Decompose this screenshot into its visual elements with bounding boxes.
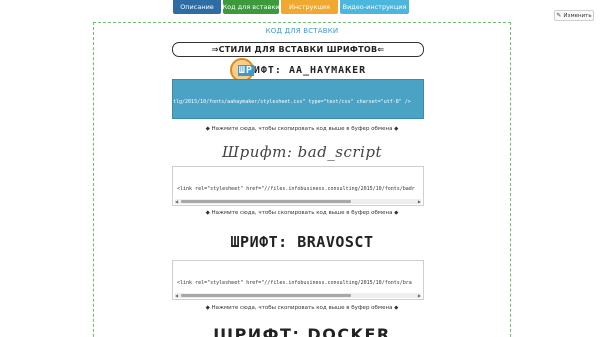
- top-tabs: Описание Код для вставки Инструкция Виде…: [173, 0, 409, 14]
- styles-banner: ⇒СТИЛИ ДЛЯ ВСТАВКИ ШРИФТОВ⇐: [172, 42, 424, 57]
- scroll-left-icon[interactable]: ◀: [175, 199, 178, 204]
- page: Описание Код для вставки Инструкция Виде…: [0, 0, 600, 337]
- edit-button-label: Изменить: [563, 12, 592, 19]
- tab-embed-code[interactable]: Код для вставки: [223, 0, 279, 14]
- code-box-bad-script[interactable]: <link rel="stylesheet" href="//files.inf…: [172, 166, 424, 206]
- font-heading-bad-script: Шрифт: bad_script: [221, 143, 382, 161]
- font-heading-bravosct: ШРИФТ: BRAVOSCT: [230, 233, 374, 251]
- horizontal-scrollbar[interactable]: ◀ ▶: [175, 293, 421, 298]
- font-heading-docker: ШРИФТ: DOCKER: [213, 325, 391, 337]
- tab-video-instructions[interactable]: Видео-инструкция: [340, 0, 409, 14]
- scroll-right-icon[interactable]: ▶: [418, 293, 421, 298]
- code-box-haymaker[interactable]: tlg/2015/10/fonts/aahaymaker/stylesheet.…: [172, 79, 424, 119]
- code-text: <link rel="stylesheet" href="//files.inf…: [177, 186, 415, 192]
- pencil-icon: ✎: [556, 12, 562, 19]
- copy-hint-bravosct[interactable]: ◆ Нажмите сюда, чтобы скопировать код вы…: [94, 305, 510, 311]
- code-text: <link rel="stylesheet" href="//files.inf…: [177, 280, 412, 286]
- copy-hint-haymaker[interactable]: ◆ Нажмите сюда, чтобы скопировать код вы…: [94, 126, 510, 132]
- scroll-right-icon[interactable]: ▶: [418, 199, 421, 204]
- heading-selected-text: ШР: [237, 65, 254, 76]
- font-heading-haymaker: ШРИФТ: AA_HAYMAKER: [94, 65, 510, 76]
- scroll-left-icon[interactable]: ◀: [175, 293, 178, 298]
- embed-code-panel: КОД ДЛЯ ВСТАВКИ ⇒СТИЛИ ДЛЯ ВСТАВКИ ШРИФТ…: [93, 22, 511, 337]
- heading-text: ИФТ: AA_HAYMAKER: [253, 65, 367, 76]
- copy-hint-bad-script[interactable]: ◆ Нажмите сюда, чтобы скопировать код вы…: [94, 210, 510, 216]
- section-title: КОД ДЛЯ ВСТАВКИ: [265, 27, 339, 35]
- code-box-bravosct[interactable]: <link rel="stylesheet" href="//files.inf…: [172, 260, 424, 300]
- code-text: tlg/2015/10/fonts/aahaymaker/stylesheet.…: [173, 99, 411, 105]
- horizontal-scrollbar[interactable]: ◀ ▶: [175, 199, 421, 204]
- styles-banner-label: ⇒СТИЛИ ДЛЯ ВСТАВКИ ШРИФТОВ⇐: [211, 45, 385, 54]
- edit-button[interactable]: ✎ Изменить: [554, 10, 594, 21]
- tab-description[interactable]: Описание: [173, 0, 221, 14]
- scroll-thumb[interactable]: [181, 294, 351, 297]
- scroll-thumb[interactable]: [181, 200, 351, 203]
- tab-instructions[interactable]: Инструкция: [281, 0, 338, 14]
